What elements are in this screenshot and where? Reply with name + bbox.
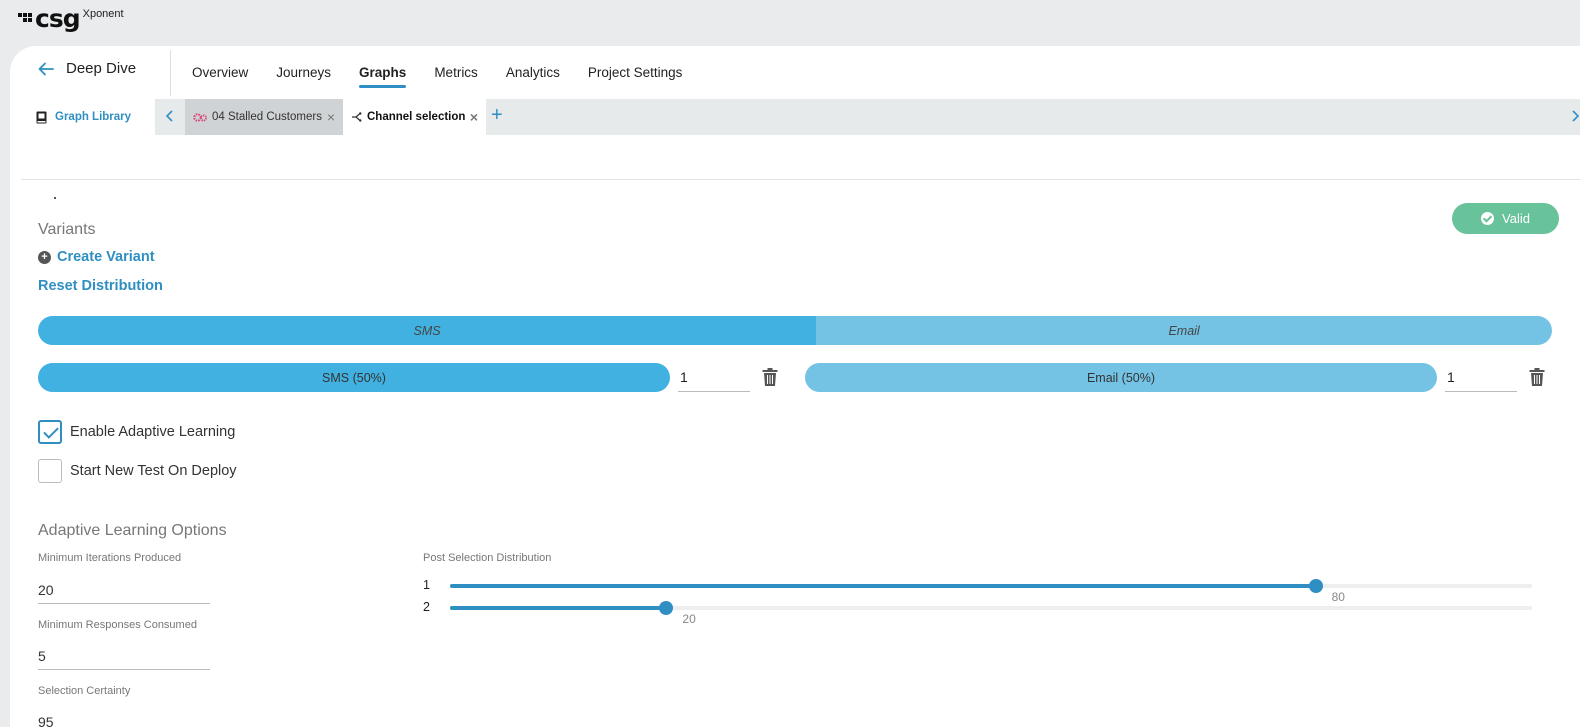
variant-email-pill[interactable]: Email (50%) (805, 363, 1437, 392)
reset-distribution-link[interactable]: Reset Distribution (38, 278, 163, 294)
arrow-left-icon (38, 62, 54, 75)
variant-sms-pill[interactable]: SMS (50%) (38, 363, 670, 392)
dot-marker (54, 197, 56, 199)
distribution-segment-email[interactable]: Email (816, 316, 1552, 345)
valid-status-badge: Valid (1452, 203, 1559, 234)
adaptive-learning-label: Enable Adaptive Learning (70, 424, 236, 440)
close-icon[interactable]: × (327, 110, 335, 124)
selection-certainty-label: Selection Certainty (38, 685, 131, 697)
slider-track[interactable]: 20 (450, 601, 1532, 626)
slider-index: 1 (423, 578, 430, 592)
main-panel: Deep Dive Overview Journeys Graphs Metri… (10, 46, 1580, 727)
variant-row: SMS (50%) 1 Email (50%) 1 (38, 363, 1568, 392)
nav-metrics[interactable]: Metrics (434, 46, 478, 99)
valid-label: Valid (1502, 211, 1530, 226)
graph-library-label: Graph Library (55, 111, 132, 123)
nav-project-settings[interactable]: Project Settings (588, 46, 683, 99)
close-icon[interactable]: × (470, 110, 478, 124)
slider-thumb[interactable] (1308, 579, 1323, 593)
back-button[interactable]: Deep Dive (38, 60, 136, 77)
branch-icon (352, 112, 362, 122)
section-divider (21, 179, 1580, 180)
post-selection-slider-2: 2 20 (423, 600, 1533, 626)
graph-tab-bar: Graph Library 04 Stalled Customers × Cha… (10, 99, 1580, 135)
gears-icon (193, 112, 207, 122)
trash-icon[interactable] (1529, 368, 1545, 387)
graph-library-tab[interactable]: Graph Library (10, 99, 155, 135)
min-responses-label: Minimum Responses Consumed (38, 619, 197, 631)
post-selection-label: Post Selection Distribution (423, 552, 552, 564)
chevron-left-icon[interactable] (165, 109, 175, 123)
tab-stalled-customers[interactable]: 04 Stalled Customers × (185, 99, 343, 135)
slider-value: 20 (682, 612, 696, 626)
adaptive-learning-option: Enable Adaptive Learning (38, 420, 235, 444)
brand-logo: csg Xponent (18, 6, 124, 32)
create-variant-label: Create Variant (57, 249, 155, 265)
slider-fill (450, 584, 1316, 588)
tab-channel-selection[interactable]: Channel selection × (343, 99, 486, 135)
adaptive-options-title: Adaptive Learning Options (38, 522, 227, 539)
brand-name: csg (35, 4, 81, 33)
trash-icon[interactable] (762, 368, 778, 387)
new-test-option: Start New Test On Deploy (38, 459, 237, 483)
min-responses-input[interactable]: 5 (38, 642, 210, 670)
variants-title: Variants (38, 221, 96, 238)
product-name: Xponent (82, 8, 124, 20)
top-nav-bar: Deep Dive Overview Journeys Graphs Metri… (10, 46, 1580, 99)
new-test-checkbox[interactable] (38, 459, 62, 483)
min-iterations-label: Minimum Iterations Produced (38, 552, 182, 564)
distribution-bar: SMS Email (38, 316, 1552, 345)
nav-overview[interactable]: Overview (192, 46, 248, 99)
slider-thumb[interactable] (659, 601, 674, 615)
plus-circle-icon: + (38, 250, 51, 264)
tab-label: 04 Stalled Customers (212, 111, 322, 123)
main-nav: Overview Journeys Graphs Metrics Analyti… (192, 46, 710, 99)
variant-email-weight-input[interactable]: 1 (1445, 363, 1517, 392)
distribution-segment-sms[interactable]: SMS (38, 316, 817, 345)
min-iterations-input[interactable]: 20 (38, 576, 210, 604)
check-circle-icon (1481, 212, 1495, 225)
slider-index: 2 (423, 600, 430, 614)
nav-journeys[interactable]: Journeys (276, 46, 331, 99)
chevron-right-icon[interactable] (1570, 109, 1580, 123)
adaptive-learning-checkbox[interactable] (38, 420, 62, 444)
project-name: Deep Dive (66, 60, 137, 77)
slider-fill (450, 606, 667, 610)
nav-graphs[interactable]: Graphs (359, 46, 407, 99)
selection-certainty-input[interactable]: 95 (38, 708, 210, 727)
slider-track[interactable]: 80 (450, 579, 1532, 604)
variant-sms-weight-input[interactable]: 1 (678, 363, 750, 392)
book-icon (36, 111, 47, 123)
logo-mark-icon (18, 13, 32, 22)
new-test-label: Start New Test On Deploy (70, 463, 237, 479)
header-divider (170, 50, 171, 96)
add-tab-icon[interactable]: + (491, 105, 503, 125)
create-variant-button[interactable]: + Create Variant (38, 249, 155, 265)
tab-label: Channel selection (367, 111, 466, 123)
post-selection-slider-1: 1 80 (423, 578, 1533, 604)
nav-analytics[interactable]: Analytics (506, 46, 560, 99)
